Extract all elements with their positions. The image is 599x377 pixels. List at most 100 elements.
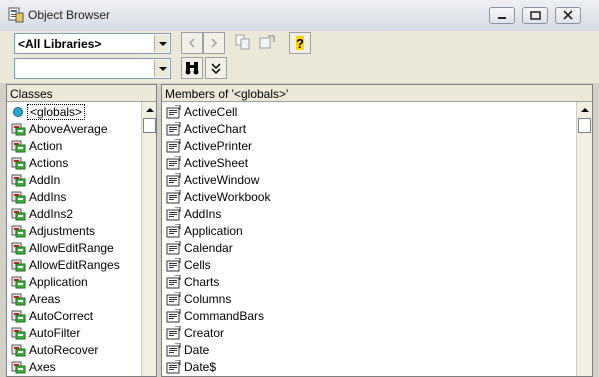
class-icon bbox=[11, 275, 26, 289]
close-button[interactable] bbox=[555, 7, 581, 24]
members-header: Members of '<globals>' bbox=[162, 85, 592, 102]
class-item[interactable]: AddIns bbox=[7, 189, 139, 206]
library-value: <All Libraries> bbox=[18, 37, 102, 51]
classes-header: Classes bbox=[7, 85, 156, 102]
class-item-label: AutoRecover bbox=[29, 343, 99, 357]
property-icon bbox=[166, 189, 181, 204]
class-icon bbox=[11, 292, 26, 306]
property-icon bbox=[166, 291, 181, 306]
class-item[interactable]: Action bbox=[7, 138, 139, 155]
restore-icon bbox=[530, 11, 541, 20]
scroll-thumb[interactable] bbox=[143, 118, 156, 133]
view-definition-button[interactable] bbox=[257, 32, 279, 54]
class-item[interactable]: AllowEditRange bbox=[7, 240, 139, 257]
toggle-search-results-button[interactable] bbox=[205, 57, 227, 79]
scroll-up-icon[interactable] bbox=[577, 102, 592, 117]
class-item[interactable]: AutoFilter bbox=[7, 325, 139, 342]
copy-button[interactable] bbox=[233, 32, 255, 54]
member-item[interactable]: ActiveCell bbox=[162, 104, 572, 121]
class-item[interactable]: AutoCorrect bbox=[7, 308, 139, 325]
class-item-label: AllowEditRanges bbox=[29, 258, 120, 272]
class-item[interactable]: Areas bbox=[7, 291, 139, 308]
back-icon bbox=[188, 38, 195, 48]
member-item[interactable]: Application bbox=[162, 223, 572, 240]
class-item[interactable]: AddIns2 bbox=[7, 206, 139, 223]
scroll-thumb[interactable] bbox=[578, 118, 591, 133]
go-forward-button[interactable] bbox=[203, 32, 225, 54]
member-item-label: Date$ bbox=[184, 360, 217, 374]
member-item[interactable]: Cells bbox=[162, 257, 572, 274]
minimize-button[interactable] bbox=[489, 7, 515, 24]
class-icon bbox=[11, 156, 26, 170]
class-item[interactable]: AutoRecover bbox=[7, 342, 139, 359]
class-item[interactable]: Actions bbox=[7, 155, 139, 172]
property-icon bbox=[166, 155, 181, 170]
member-item[interactable]: ActiveWorkbook bbox=[162, 189, 572, 206]
member-item[interactable]: Calendar bbox=[162, 240, 572, 257]
member-item-label: ActiveSheet bbox=[184, 156, 249, 170]
class-icon bbox=[11, 122, 26, 136]
class-item[interactable]: Application bbox=[7, 274, 139, 291]
class-item[interactable]: AllowEditRanges bbox=[7, 257, 139, 274]
property-icon bbox=[166, 138, 181, 153]
class-icon bbox=[11, 173, 26, 187]
member-item[interactable]: Columns bbox=[162, 291, 572, 308]
class-icon bbox=[11, 309, 26, 323]
class-icon bbox=[11, 343, 26, 357]
class-item-label: AllowEditRange bbox=[29, 241, 114, 255]
class-item[interactable]: Adjustments bbox=[7, 223, 139, 240]
close-icon bbox=[563, 10, 573, 20]
chevron-down-icon[interactable] bbox=[154, 60, 169, 77]
member-item[interactable]: Creator bbox=[162, 325, 572, 342]
property-icon bbox=[166, 274, 181, 289]
member-item[interactable]: AddIns bbox=[162, 206, 572, 223]
class-item[interactable]: AboveAverage bbox=[7, 121, 139, 138]
member-item[interactable]: ActiveSheet bbox=[162, 155, 572, 172]
class-item-label: AutoFilter bbox=[29, 326, 81, 340]
member-item-label: ActiveWindow bbox=[184, 173, 260, 187]
class-item-label: AddIns2 bbox=[29, 207, 74, 221]
member-item[interactable]: ActiveChart bbox=[162, 121, 572, 138]
member-item[interactable]: ActiveWindow bbox=[162, 172, 572, 189]
forward-icon bbox=[211, 38, 218, 48]
member-item[interactable]: CommandBars bbox=[162, 308, 572, 325]
go-back-button[interactable] bbox=[181, 32, 203, 54]
help-button[interactable]: ? bbox=[289, 32, 311, 54]
search-button[interactable] bbox=[181, 57, 203, 79]
class-item-label: Action bbox=[29, 139, 63, 153]
members-panel[interactable]: Members of '<globals>' ActiveCell ActiveC… bbox=[161, 84, 593, 377]
class-item-label: Application bbox=[29, 275, 88, 289]
property-icon bbox=[166, 240, 181, 255]
member-item-label: ActivePrinter bbox=[184, 139, 253, 153]
class-item-label: Adjustments bbox=[29, 224, 96, 238]
members-scrollbar[interactable] bbox=[576, 102, 592, 376]
class-item[interactable]: Axes bbox=[7, 359, 139, 376]
member-item-label: ActiveCell bbox=[184, 105, 238, 119]
member-item[interactable]: ActivePrinter bbox=[162, 138, 572, 155]
class-item-label: Actions bbox=[29, 156, 69, 170]
class-icon bbox=[11, 241, 26, 255]
member-item[interactable]: Charts bbox=[162, 274, 572, 291]
member-item-label: ActiveWorkbook bbox=[184, 190, 271, 204]
search-combo[interactable] bbox=[14, 58, 171, 79]
restore-button[interactable] bbox=[522, 7, 548, 24]
member-item-label: AddIns bbox=[184, 207, 222, 221]
class-item[interactable]: AddIn bbox=[7, 172, 139, 189]
property-icon bbox=[166, 325, 181, 340]
chevron-down-icon[interactable] bbox=[154, 35, 169, 52]
member-item-label: Application bbox=[184, 224, 243, 238]
library-dropdown[interactable]: <All Libraries> bbox=[14, 33, 171, 54]
object-browser-icon bbox=[8, 7, 24, 23]
class-icon bbox=[11, 207, 26, 221]
member-item[interactable]: Date bbox=[162, 342, 572, 359]
member-item-label: Creator bbox=[184, 326, 225, 340]
class-item[interactable]: <globals> bbox=[7, 104, 139, 121]
property-icon bbox=[166, 206, 181, 221]
member-item[interactable]: Date$ bbox=[162, 359, 572, 376]
minimize-icon bbox=[498, 17, 506, 19]
member-item-label: CommandBars bbox=[184, 309, 265, 323]
classes-scrollbar[interactable] bbox=[141, 102, 156, 376]
scroll-up-icon[interactable] bbox=[142, 102, 156, 117]
member-item-label: Cells bbox=[184, 258, 211, 272]
classes-panel[interactable]: Classes <globals> AboveAverage Action Actio… bbox=[6, 84, 157, 377]
